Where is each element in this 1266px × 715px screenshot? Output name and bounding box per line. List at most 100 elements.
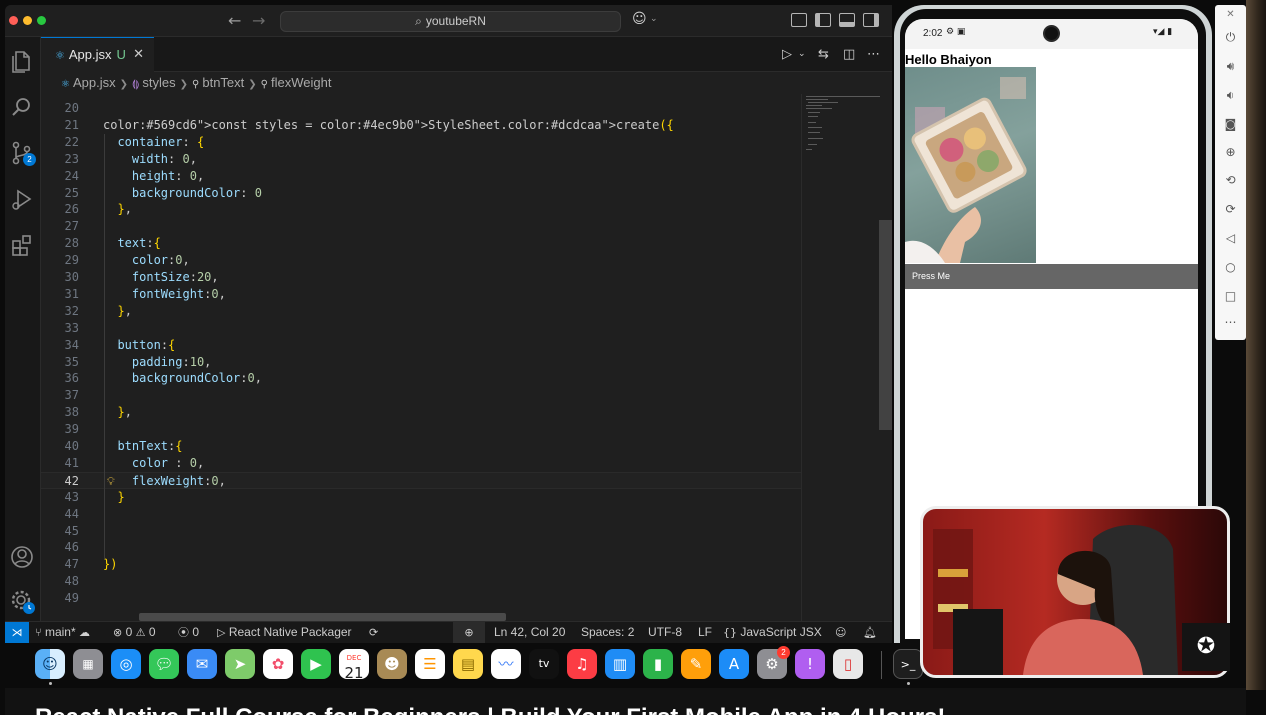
keynote-icon[interactable]: ▥ <box>605 649 635 679</box>
toggle-primary-sidebar-icon[interactable] <box>815 13 831 27</box>
close-emulator-icon[interactable]: ✕ <box>1215 9 1246 20</box>
run-options-chevron-icon[interactable]: ⌄ <box>798 48 806 61</box>
minimize-window-button[interactable] <box>23 16 32 25</box>
finder-icon[interactable]: ☺ <box>35 649 65 679</box>
contacts-icon[interactable]: ☻ <box>377 649 407 679</box>
code-line[interactable]: 43 } <box>41 489 801 506</box>
compare-changes-icon[interactable]: ⇆ <box>818 48 829 61</box>
minimap[interactable] <box>801 94 892 621</box>
feedback-icon[interactable]: ! <box>795 649 825 679</box>
copilot-icon[interactable]: ☺ <box>632 11 647 27</box>
mail-icon[interactable]: ✉ <box>187 649 217 679</box>
rotate-left-icon[interactable]: ⟲ <box>1215 173 1246 187</box>
manage-gear-icon[interactable] <box>8 587 36 615</box>
code-line[interactable]: 47}) <box>41 556 801 573</box>
cursor-position[interactable]: Ln 42, Col 20 <box>494 622 565 643</box>
pages-icon[interactable]: ✎ <box>681 649 711 679</box>
split-editor-icon[interactable]: ◫ <box>843 48 855 61</box>
more-actions-icon[interactable]: ⋯ <box>867 48 880 61</box>
volume-down-icon[interactable]: 🔉︎ <box>1215 88 1246 103</box>
breadcrumb-flexweight[interactable]: flexWeight <box>271 75 331 90</box>
code-line[interactable]: 40 btnText:{ <box>41 438 801 455</box>
code-line[interactable]: 44 <box>41 506 801 523</box>
code-line[interactable]: 28 text:{ <box>41 235 801 252</box>
extensions-icon[interactable] <box>8 231 36 259</box>
overview-icon[interactable]: □ <box>1215 289 1246 303</box>
code-line[interactable]: 34 button:{ <box>41 337 801 354</box>
code-line[interactable]: 25 backgroundColor: 0 <box>41 185 801 202</box>
apple-tv-icon[interactable]: tv <box>529 649 559 679</box>
toggle-panel-icon[interactable] <box>839 13 855 27</box>
task-indicator[interactable]: ▷ React Native Packager <box>217 622 352 643</box>
code-line[interactable]: 33 <box>41 320 801 337</box>
customize-layout-icon[interactable] <box>791 13 807 27</box>
home-icon[interactable]: ○ <box>1215 260 1246 274</box>
terminal-icon[interactable]: >_ <box>893 649 923 679</box>
code-line[interactable]: 37 <box>41 387 801 404</box>
rotate-right-icon[interactable]: ⟳ <box>1215 202 1246 216</box>
vertical-scrollbar[interactable] <box>879 220 892 430</box>
system-settings-icon[interactable]: ⚙ 2 <box>757 646 790 679</box>
account-icon[interactable] <box>8 543 36 571</box>
reminders-icon[interactable]: ☰ <box>415 649 445 679</box>
close-tab-icon[interactable]: ✕ <box>133 38 144 71</box>
end-of-line[interactable]: LF <box>698 622 712 643</box>
more-options-icon[interactable]: ⋯ <box>1215 315 1246 329</box>
forward-arrow-icon[interactable]: → <box>252 11 265 30</box>
code-line[interactable]: 41 color : 0, <box>41 455 801 472</box>
volume-up-icon[interactable]: 🔊︎ <box>1215 59 1246 74</box>
ports-indicator[interactable]: ⦿ 0 <box>178 622 199 643</box>
back-arrow-icon[interactable]: ← <box>228 11 241 30</box>
photos-icon[interactable]: ✿ <box>263 649 293 679</box>
code-line[interactable]: 💡︎ 42 flexWeight:0, <box>41 471 801 489</box>
remote-indicator-icon[interactable]: ⋊ <box>5 622 29 643</box>
freeform-icon[interactable]: 〰 <box>491 649 521 679</box>
run-and-debug-icon[interactable] <box>8 185 36 213</box>
run-icon[interactable]: ▷ <box>782 48 792 61</box>
numbers-icon[interactable]: ▮ <box>643 649 673 679</box>
screenshot-camera-icon[interactable]: ◙ <box>1215 117 1246 131</box>
app-store-icon[interactable]: A <box>719 649 749 679</box>
code-line[interactable]: 23 width: 0, <box>41 151 801 168</box>
tab-app-jsx[interactable]: ⚛ App.jsx U ✕ <box>41 37 154 72</box>
explorer-icon[interactable] <box>8 47 36 75</box>
code-line[interactable]: 49 <box>41 590 801 607</box>
facetime-icon[interactable]: ▶ <box>301 649 331 679</box>
problems-indicator[interactable]: ⊗ 0 ⚠ 0 <box>113 622 156 643</box>
music-icon[interactable]: ♫ <box>567 649 597 679</box>
iphone-mirroring-icon[interactable]: ▯ <box>833 649 863 679</box>
zoom-icon[interactable]: ⊕ <box>453 622 485 643</box>
horizontal-scrollbar[interactable] <box>139 613 506 621</box>
refresh-icon[interactable]: ⟳ <box>369 622 378 643</box>
breadcrumb-file[interactable]: App.jsx <box>73 75 116 90</box>
safari-icon[interactable]: ◎ <box>111 649 141 679</box>
code-line[interactable]: 48 <box>41 573 801 590</box>
power-icon[interactable]: ⏻ <box>1215 30 1246 45</box>
breadcrumb-btntext[interactable]: btnText <box>202 75 244 90</box>
code-line[interactable]: 31 fontWeight:0, <box>41 286 801 303</box>
code-line[interactable]: 26 }, <box>41 201 801 218</box>
calendar-icon[interactable]: DEC 21 <box>339 649 369 682</box>
search-icon[interactable] <box>8 93 36 121</box>
language-mode[interactable]: {} JavaScript JSX <box>723 622 822 643</box>
code-line[interactable]: 24 height: 0, <box>41 168 801 185</box>
press-me-button[interactable]: Press Me <box>905 264 1198 289</box>
encoding[interactable]: UTF-8 <box>648 622 682 643</box>
notifications-bell-icon[interactable]: 🔔︎ <box>863 622 877 643</box>
indentation[interactable]: Spaces: 2 <box>581 622 634 643</box>
maps-icon[interactable]: ➤ <box>225 649 255 679</box>
code-line[interactable]: 22 container: { <box>41 134 801 151</box>
code-line[interactable]: 38 }, <box>41 404 801 421</box>
code-line[interactable]: 21 color:#569cd6">const styles = color:#4… <box>41 117 801 134</box>
chevron-down-icon[interactable]: ⌄ <box>650 14 658 24</box>
code-line[interactable]: 32 }, <box>41 303 801 320</box>
branch-indicator[interactable]: ⑂ main* ☁ <box>35 622 90 643</box>
copilot-status-icon[interactable]: ☺ <box>835 622 846 643</box>
source-control-icon[interactable]: 2 <box>8 139 36 167</box>
zoom-icon[interactable]: ⊕ <box>1215 145 1246 159</box>
code-line[interactable]: 35 padding:10, <box>41 354 801 371</box>
notes-icon[interactable]: ▤ <box>453 649 483 679</box>
code-editor[interactable]: 20 21 color:#569cd6">const styles = color:… <box>41 94 801 621</box>
breadcrumb-styles[interactable]: styles <box>142 75 175 90</box>
code-line[interactable]: 39 <box>41 421 801 438</box>
